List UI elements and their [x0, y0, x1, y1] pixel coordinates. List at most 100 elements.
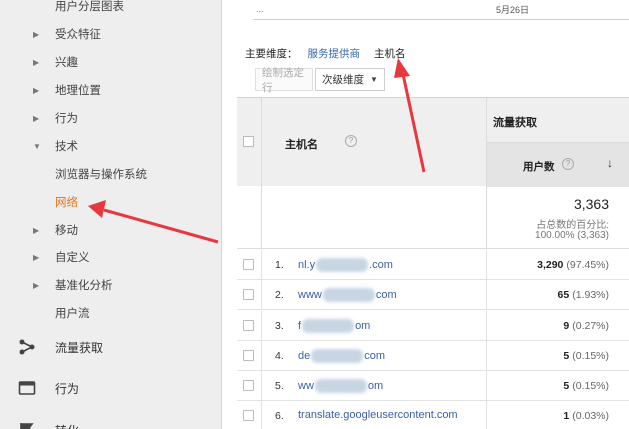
table-row[interactable]: 5. ww om 5 (0.15%): [237, 371, 629, 401]
sidebar-item-mobile[interactable]: ▶ 移动: [0, 216, 222, 244]
row-number: 6.: [275, 410, 284, 422]
hostname-link[interactable]: f om: [298, 319, 370, 333]
sidebar-section-behavior[interactable]: 行为: [0, 374, 222, 402]
users-value: 1: [563, 410, 570, 422]
axis-date-label: 5月26日: [496, 5, 530, 15]
users-value: 65: [557, 289, 570, 301]
row-checkbox[interactable]: [243, 410, 254, 421]
sidebar-section-label: 转化: [55, 422, 79, 429]
caret-right-icon: ▶: [33, 252, 40, 262]
users-value-cell: 1 (0.03%): [487, 410, 609, 422]
sidebar-item-label: 受众特征: [55, 29, 101, 41]
users-value-cell: 5 (0.15%): [487, 350, 609, 362]
caret-right-icon: ▶: [33, 225, 40, 235]
sidebar-item-network[interactable]: 网络: [0, 188, 222, 216]
sidebar-item-label: 移动: [55, 225, 78, 237]
sidebar-section-conversion[interactable]: 转化: [0, 416, 222, 429]
sidebar-item-benchmarking[interactable]: ▶ 基准化分析: [0, 271, 222, 299]
sort-desc-icon[interactable]: ↓: [607, 156, 613, 170]
redacted-text: [302, 319, 355, 333]
row-checkbox[interactable]: [243, 350, 254, 361]
redacted-text: [311, 349, 364, 363]
hostname-link[interactable]: www com: [298, 288, 397, 302]
table-row[interactable]: 6. translate.googleusercontent.com 1 (0.03%…: [237, 401, 629, 429]
total-row: 3,363 占总数的百分比: 100.00% (3,363): [237, 186, 629, 249]
plot-rows-button[interactable]: 绘制选定行: [255, 67, 313, 94]
users-value-cell: 3,290 (97.45%): [487, 259, 609, 271]
users-value: 9: [563, 320, 570, 332]
dimension-option-hostname: 主机名: [374, 48, 406, 60]
hostname-link[interactable]: translate.googleusercontent.com: [298, 409, 458, 421]
users-value: 3,290: [537, 259, 564, 271]
row-checkbox[interactable]: [243, 289, 254, 300]
total-check-cell: [237, 186, 262, 249]
sidebar-item-geo[interactable]: ▶ 地理位置: [0, 76, 222, 104]
table-row[interactable]: 2. www com 65 (1.93%): [237, 280, 629, 310]
total-host-cell: [262, 186, 487, 249]
row-check-cell: [237, 401, 262, 429]
table-row[interactable]: 4. de com 5 (0.15%): [237, 341, 629, 371]
hostname-suffix: com: [375, 288, 397, 301]
behavior-icon: [18, 381, 36, 395]
row-number: 3.: [275, 320, 284, 332]
row-host-cell: 1. nl.y .com: [262, 250, 487, 280]
sidebar-item-label: 基准化分析: [55, 280, 113, 292]
axis-dots: ...: [256, 4, 264, 14]
acquisition-group-label: 流量获取: [493, 117, 537, 129]
sidebar-item-behavior[interactable]: ▶ 行为: [0, 104, 222, 132]
users-percent: (0.03%): [572, 410, 609, 422]
sidebar-item-label: 用户分层图表: [55, 1, 124, 13]
select-all-checkbox[interactable]: [243, 136, 254, 147]
row-host-cell: 4. de com: [262, 341, 487, 371]
row-checkbox[interactable]: [243, 320, 254, 331]
secondary-dimension-dropdown[interactable]: 次级维度 ▼: [315, 68, 385, 91]
sidebar-section-acquisition[interactable]: 流量获取: [0, 333, 222, 361]
caret-right-icon: ▶: [33, 57, 40, 67]
hostname-suffix: .com: [369, 258, 393, 271]
help-icon[interactable]: ?: [562, 158, 574, 170]
row-host-cell: 6. translate.googleusercontent.com: [262, 401, 487, 429]
hostname-prefix: f: [298, 319, 302, 332]
sidebar-item-custom[interactable]: ▶ 自定义: [0, 243, 222, 271]
hostname-link[interactable]: de com: [298, 349, 385, 363]
redacted-text: [316, 258, 369, 272]
users-value-cell: 5 (0.15%): [487, 380, 609, 392]
chevron-down-icon: ▼: [370, 75, 378, 84]
table-row[interactable]: 3. f om 9 (0.27%): [237, 311, 629, 341]
row-host-cell: 2. www com: [262, 280, 487, 310]
users-percent: (0.15%): [572, 350, 609, 362]
users-percent: (0.15%): [572, 380, 609, 392]
help-icon[interactable]: ?: [345, 135, 357, 147]
table-row[interactable]: 1. nl.y .com 3,290 (97.45%): [237, 250, 629, 280]
total-percent-label: 占总数的百分比:: [536, 220, 609, 231]
users-percent: (0.27%): [572, 320, 609, 332]
hostname-suffix: om: [367, 379, 384, 392]
conversion-icon: [20, 423, 34, 429]
row-checkbox[interactable]: [243, 259, 254, 270]
row-host-cell: 3. f om: [262, 311, 487, 341]
sidebar-item-user-layer[interactable]: 用户分层图表: [0, 0, 222, 20]
caret-right-icon: ▶: [33, 280, 40, 290]
sidebar-item-label: 网络: [55, 197, 78, 209]
hostname-header[interactable]: 主机名 ?: [262, 98, 487, 187]
row-check-cell: [237, 311, 262, 341]
sidebar-section-label: 行为: [55, 381, 80, 396]
primary-dimension-label: 主要维度：: [245, 48, 298, 60]
sidebar-item-technology[interactable]: ▼ 技术: [0, 132, 222, 160]
hostname-link[interactable]: nl.y .com: [298, 258, 393, 272]
sidebar-item-demographics[interactable]: ▶ 受众特征: [0, 20, 222, 48]
sidebar: 用户分层图表 ▶ 受众特征 ▶ 兴趣 ▶ 地理位置 ▶ 行为 ▼ 技术 浏览器与…: [0, 0, 222, 429]
dimension-option-provider[interactable]: 服务提供商: [308, 46, 361, 61]
row-checkbox[interactable]: [243, 380, 254, 391]
row-check-cell: [237, 280, 262, 310]
sidebar-item-interests[interactable]: ▶ 兴趣: [0, 48, 222, 76]
row-number: 4.: [275, 350, 284, 362]
row-number: 2.: [275, 289, 284, 301]
sidebar-item-browser-os[interactable]: 浏览器与操作系统: [0, 160, 222, 188]
users-header[interactable]: 用户数 ? ↓: [487, 143, 629, 187]
row-check-cell: [237, 341, 262, 371]
hostname-prefix: www: [298, 288, 322, 301]
hostname-link[interactable]: ww om: [298, 379, 383, 393]
caret-down-icon: ▼: [33, 141, 41, 151]
sidebar-item-user-flow[interactable]: 用户流: [0, 299, 222, 327]
